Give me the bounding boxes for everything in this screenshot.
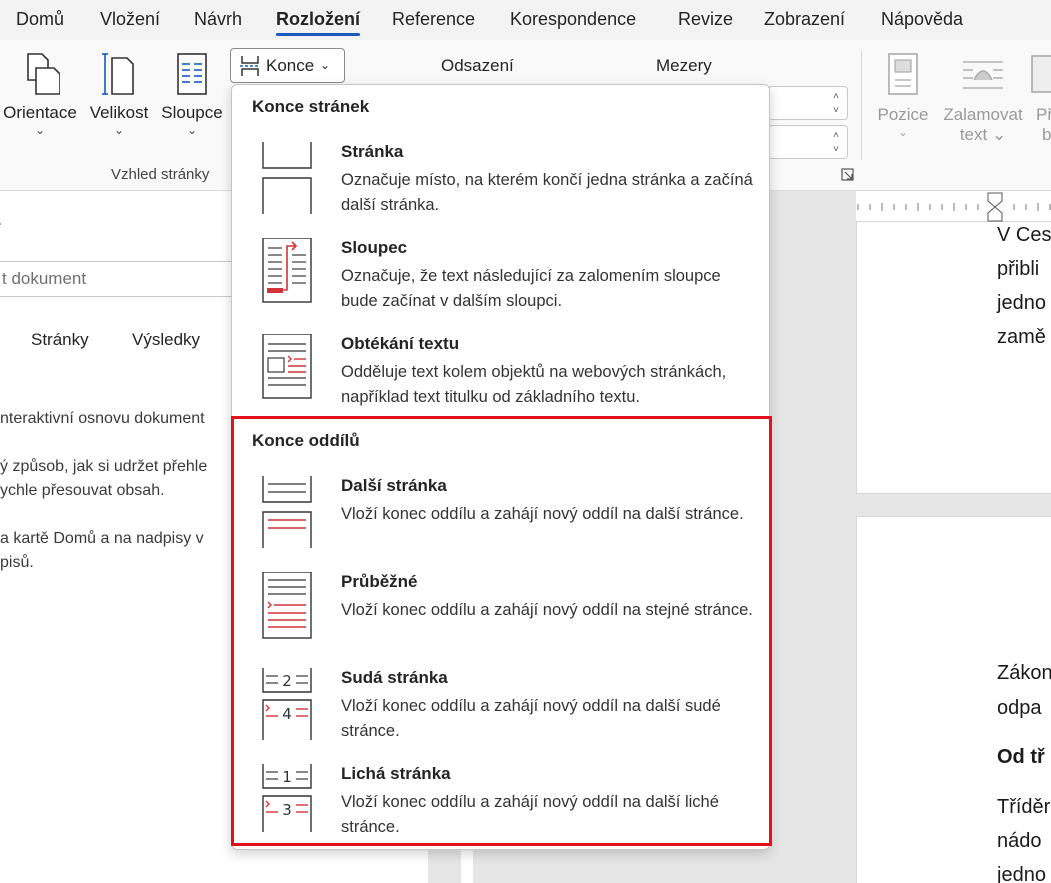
section-header-page-breaks: Konce stránek bbox=[252, 97, 370, 116]
document-text: zamě bbox=[997, 326, 1046, 348]
tab-napoveda[interactable]: Nápověda bbox=[881, 9, 963, 30]
navigation-pane-title: e bbox=[0, 213, 1, 236]
tab-results[interactable]: Výsledky bbox=[132, 330, 200, 350]
chevron-down-icon: ⌄ bbox=[113, 123, 125, 137]
nav-help-text: pisů. bbox=[0, 554, 34, 571]
document-text: nádo bbox=[997, 830, 1042, 852]
document-text: Tříděr bbox=[997, 796, 1051, 818]
spacing-after-field[interactable]: ˄ ˅ bbox=[768, 125, 848, 159]
dialog-launcher-icon[interactable] bbox=[841, 168, 855, 182]
spin-up-icon[interactable]: ˄ bbox=[833, 131, 839, 141]
nav-help-text: a kartě Domů a na nadpisy v bbox=[0, 530, 204, 547]
breaks-dropdown-menu: Konce stránek Stránka Označuje místo, na… bbox=[231, 84, 770, 850]
chevron-down-icon: ⌄ bbox=[320, 58, 331, 72]
tab-reference[interactable]: Reference bbox=[392, 9, 475, 30]
svg-text:1: 1 bbox=[282, 768, 292, 786]
menu-item-odd-page-break[interactable]: 1 3 Lichá stránka Vloží konec oddílu a z… bbox=[232, 764, 769, 858]
spacing-label: Mezery bbox=[656, 56, 712, 75]
bring-forward-icon bbox=[1031, 55, 1051, 93]
size-button[interactable]: Velikost ⌄ bbox=[84, 50, 154, 137]
position-button[interactable]: Pozice ⌄ bbox=[872, 52, 934, 139]
wrap-text-icon bbox=[963, 61, 1003, 89]
columns-icon bbox=[177, 53, 207, 95]
tab-navrh[interactable]: Návrh bbox=[194, 9, 242, 30]
orientation-button[interactable]: Orientace ⌄ bbox=[0, 50, 80, 137]
menu-item-next-page-break[interactable]: Další stránka Vloží konec oddílu a zaháj… bbox=[232, 476, 769, 570]
spacing-before-field[interactable]: ˄ ˅ bbox=[768, 86, 848, 120]
tab-korespondence[interactable]: Korespondence bbox=[510, 9, 636, 30]
svg-text:4: 4 bbox=[282, 705, 292, 723]
odd-page-break-icon: 1 3 bbox=[262, 764, 312, 832]
nav-help-text: ychle přesouvat obsah. bbox=[0, 482, 165, 499]
menu-bar: Domů Vložení Návrh Rozložení Reference K… bbox=[0, 0, 1051, 40]
search-input[interactable]: t dokument bbox=[0, 261, 268, 297]
bring-forward-button[interactable]: Př b bbox=[1030, 52, 1051, 145]
position-icon bbox=[888, 53, 918, 95]
menu-item-column-break[interactable]: Sloupec Označuje, že text následující za… bbox=[232, 238, 769, 332]
size-icon bbox=[102, 53, 134, 95]
tab-pages[interactable]: Stránky bbox=[31, 330, 89, 350]
menu-item-even-page-break[interactable]: 2 4 Sudá stránka Vloží konec oddílu a za… bbox=[232, 668, 769, 762]
wrap-text-button[interactable]: Zalamovat text ⌄ bbox=[938, 52, 1028, 145]
spin-down-icon[interactable]: ˅ bbox=[833, 145, 839, 155]
chevron-down-icon: ⌄ bbox=[897, 125, 909, 139]
even-page-break-icon: 2 4 bbox=[262, 668, 312, 740]
spin-down-icon[interactable]: ˅ bbox=[833, 106, 839, 116]
breaks-icon bbox=[240, 56, 260, 76]
continuous-break-icon bbox=[262, 572, 312, 639]
orientation-icon bbox=[27, 53, 61, 95]
tab-domu[interactable]: Domů bbox=[16, 9, 64, 30]
document-heading: Od tř bbox=[997, 746, 1045, 768]
document-text: odpa bbox=[997, 697, 1042, 719]
document-text: přibli bbox=[997, 258, 1040, 280]
document-text: Zákon bbox=[997, 662, 1051, 684]
page-setup-group-label: Vzhled stránky bbox=[111, 166, 210, 183]
chevron-down-icon: ⌄ bbox=[34, 123, 46, 137]
section-header-section-breaks: Konce oddílů bbox=[252, 431, 360, 450]
spin-up-icon[interactable]: ˄ bbox=[833, 92, 839, 102]
columns-button[interactable]: Sloupce ⌄ bbox=[156, 50, 228, 137]
indent-label: Odsazení bbox=[441, 56, 514, 75]
document-text: jedno bbox=[997, 864, 1046, 883]
menu-item-text-wrapping-break[interactable]: Obtékání textu Odděluje text kolem objek… bbox=[232, 334, 769, 428]
next-page-break-icon bbox=[262, 476, 312, 548]
document-text: V Ces bbox=[997, 224, 1051, 246]
nav-help-text: nteraktivní osnovu dokument bbox=[0, 410, 205, 427]
column-break-icon bbox=[262, 238, 312, 303]
nav-help-text: ý způsob, jak si udržet přehle bbox=[0, 458, 208, 475]
text-wrapping-break-icon bbox=[262, 334, 312, 399]
page-break-icon bbox=[262, 142, 312, 214]
tab-vlozeni[interactable]: Vložení bbox=[100, 9, 160, 30]
breaks-button[interactable]: Konce ⌄ bbox=[230, 48, 345, 83]
ribbon-divider bbox=[861, 50, 862, 160]
tab-revize[interactable]: Revize bbox=[678, 9, 733, 30]
ruler-ticks bbox=[857, 192, 1051, 222]
svg-text:3: 3 bbox=[282, 801, 292, 819]
tab-rozlozeni[interactable]: Rozložení bbox=[276, 9, 360, 36]
menu-item-page-break[interactable]: Stránka Označuje místo, na kterém končí … bbox=[232, 142, 769, 236]
svg-text:2: 2 bbox=[282, 672, 292, 690]
menu-item-continuous-break[interactable]: Průběžné Vloží konec oddílu a zahájí nov… bbox=[232, 572, 769, 666]
chevron-down-icon: ⌄ bbox=[186, 123, 198, 137]
tab-zobrazeni[interactable]: Zobrazení bbox=[764, 9, 845, 30]
document-text: jedno bbox=[997, 292, 1046, 314]
